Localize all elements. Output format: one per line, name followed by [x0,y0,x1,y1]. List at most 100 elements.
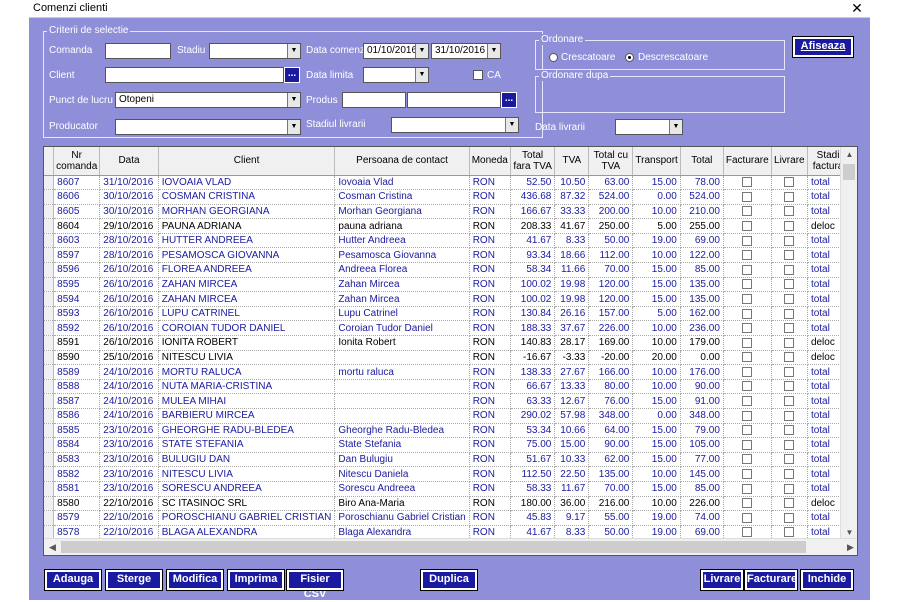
facturare-checkbox[interactable] [742,220,753,231]
row-selector[interactable] [44,423,55,439]
facturare-checkbox[interactable] [742,425,753,436]
imprima-button[interactable]: Imprima [227,569,285,591]
row-selector[interactable] [44,262,55,278]
livrare-checkbox[interactable] [784,308,795,319]
table-row[interactable]: 8604 29/10/2016 PAUNA ADRIANA pauna adriana… [44,218,857,234]
table-row[interactable]: 8585 23/10/2016 GHEORGHE RADU-BLEDEA Gheorg… [44,423,857,439]
row-selector[interactable] [44,393,55,409]
facturare-checkbox[interactable] [742,469,753,480]
facturare-checkbox[interactable] [742,498,753,509]
date-to-picker[interactable]: 31/10/2016 ▼ [431,43,501,59]
table-row[interactable]: 8596 26/10/2016 FLOREA ANDREEA Andreea Flor… [44,262,857,278]
row-selector[interactable] [44,320,55,337]
table-row[interactable]: 8587 24/10/2016 MULEA MIHAI RON 63.33 12.67 76… [44,393,857,409]
scroll-up-icon[interactable]: ▲ [841,147,857,162]
row-selector[interactable] [44,218,55,234]
facturare-checkbox[interactable] [742,177,753,188]
col-header-moneda[interactable]: Moneda [469,147,511,176]
facturare-checkbox[interactable] [742,337,753,348]
date-from-picker[interactable]: 01/10/2016 ▼ [363,43,429,59]
livrare-checkbox[interactable] [784,439,795,450]
scroll-left-icon[interactable]: ◀ [44,539,61,555]
facturare-checkbox[interactable] [742,191,753,202]
livrare-checkbox[interactable] [784,220,795,231]
livrare-checkbox[interactable] [784,527,795,538]
table-row[interactable]: 8583 23/10/2016 BULUGIU DAN Dan Bulugiu RON 5… [44,452,857,468]
facturare-checkbox[interactable] [742,323,753,334]
facturare-checkbox[interactable] [742,366,753,377]
stadiul-livrarii-select[interactable]: ▼ [391,117,519,133]
row-selector[interactable] [44,277,55,293]
table-row[interactable]: 8603 28/10/2016 HUTTER ANDREEA Hutter Andre… [44,233,857,249]
duplica-button[interactable]: Duplica [420,569,478,591]
facturare-checkbox[interactable] [742,352,753,363]
row-selector[interactable] [44,233,55,249]
facturare-checkbox[interactable] [742,396,753,407]
col-header-contact[interactable]: Persoana de contact [334,147,470,176]
livrare-checkbox[interactable] [784,366,795,377]
livrare-checkbox[interactable] [784,410,795,421]
facturare-checkbox[interactable] [742,454,753,465]
row-selector[interactable] [44,466,55,482]
client-input[interactable] [105,67,284,83]
livrare-checkbox[interactable] [784,264,795,275]
horizontal-scrollbar[interactable]: ◀ ▶ [44,538,857,555]
vertical-scrollbar[interactable]: ▲ ▼ [840,147,857,540]
facturare-checkbox[interactable] [742,512,753,523]
table-row[interactable]: 8594 26/10/2016 ZAHAN MIRCEA Zahan Mircea RO… [44,291,857,307]
row-selector[interactable] [44,496,55,512]
client-browse-button[interactable]: ... [284,67,300,83]
stadiu-select[interactable]: ▼ [209,43,301,59]
scroll-right-icon[interactable]: ▶ [842,539,857,555]
horizontal-scroll-thumb[interactable] [61,541,806,553]
livrare-checkbox[interactable] [784,396,795,407]
livrare-checkbox[interactable] [784,352,795,363]
data-livrarii-picker[interactable]: ▼ [615,119,683,135]
facturare-checkbox[interactable] [742,410,753,421]
vertical-scroll-thumb[interactable] [843,164,855,180]
table-row[interactable]: 8586 24/10/2016 BARBIERU MIRCEA RON 290.02 57… [44,408,857,424]
facturare-checkbox[interactable] [742,264,753,275]
inchide-button[interactable]: Inchide [800,569,854,591]
table-row[interactable]: 8580 22/10/2016 SC ITASINOC SRL Biro Ana-Ma… [44,496,857,512]
table-row[interactable]: 8588 24/10/2016 NUTA MARIA-CRISTINA RON 66.6… [44,379,857,395]
facturare-checkbox[interactable] [742,206,753,217]
afiseaza-button[interactable]: Afiseaza [792,36,854,58]
facturare-checkbox[interactable] [742,279,753,290]
livrare-checkbox[interactable] [784,177,795,188]
facturare-checkbox[interactable] [742,293,753,304]
fisier-csv-button[interactable]: Fisier CSV [286,569,344,600]
row-selector[interactable] [44,175,55,191]
ascending-radio[interactable] [549,53,558,62]
livrare-checkbox[interactable] [784,512,795,523]
row-selector[interactable] [44,379,55,395]
row-selector[interactable] [44,204,55,220]
col-header-client[interactable]: Client [158,147,336,176]
produs-code-input[interactable] [342,92,406,108]
table-row[interactable]: 8591 26/10/2016 IONITA ROBERT Ionita Robert… [44,335,857,351]
table-row[interactable]: 8595 26/10/2016 ZAHAN MIRCEA Zahan Mircea RO… [44,277,857,293]
col-header-data[interactable]: Data [99,147,159,176]
col-header-livrare[interactable]: Livrare [771,147,808,176]
descending-radio[interactable] [625,53,634,62]
table-row[interactable]: 8581 23/10/2016 SORESCU ANDREEA Sorescu And… [44,481,857,497]
col-header-transport[interactable]: Transport [632,147,681,176]
facturare-checkbox[interactable] [742,381,753,392]
producator-select[interactable]: ▼ [115,119,301,135]
row-selector[interactable] [44,481,55,497]
livrare-checkbox[interactable] [784,323,795,334]
facturare-button[interactable]: Facturare [744,569,798,591]
livrare-checkbox[interactable] [784,191,795,202]
data-limita-picker[interactable]: ▼ [363,67,429,83]
col-header-fara-tva[interactable]: Total fara TVA [510,147,556,176]
col-header-nr[interactable]: Nr comanda [53,147,101,176]
table-row[interactable]: 8593 26/10/2016 LUPU CATRINEL Lupu Catrinel… [44,306,857,322]
table-row[interactable]: 8590 25/10/2016 NITESCU LIVIA RON -16.67 -3.3… [44,350,857,366]
comanda-input[interactable] [105,43,171,59]
col-header-cu-tva[interactable]: Total cu TVA [588,147,634,176]
table-row[interactable]: 8597 28/10/2016 PESAMOSCA GIOVANNA Pesamosc… [44,247,857,264]
table-row[interactable]: 8584 23/10/2016 STATE STEFANIA State Stefan… [44,437,857,453]
livrare-checkbox[interactable] [784,454,795,465]
col-header-total[interactable]: Total [680,147,724,176]
table-row[interactable]: 8607 31/10/2016 IOVOAIA VLAD Iovoaia Vlad RO… [44,175,857,191]
